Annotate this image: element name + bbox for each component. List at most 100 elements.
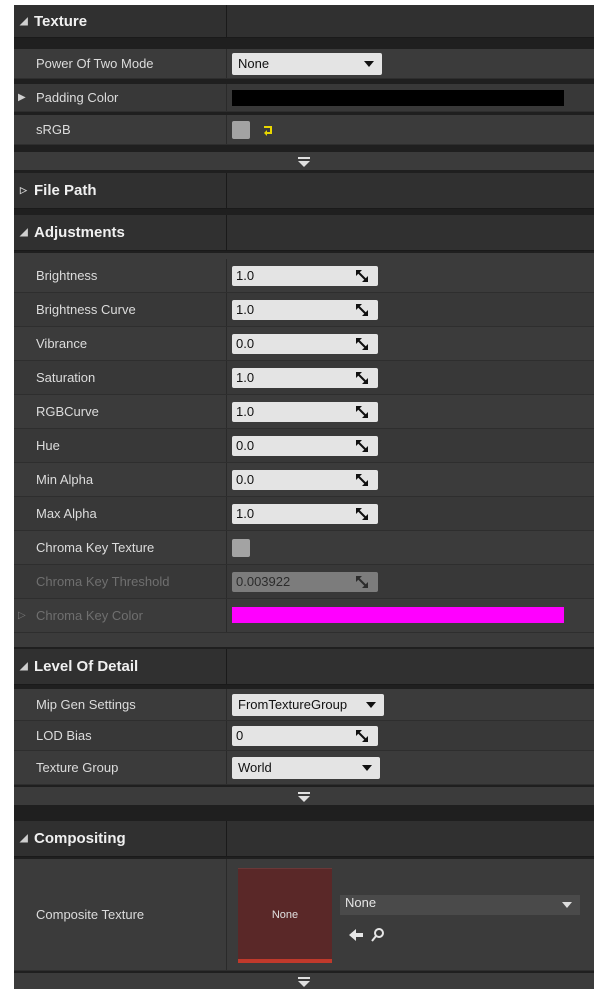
collapse-triangle-icon: ◢ — [20, 661, 28, 672]
chroma-key-color-swatch[interactable] — [232, 607, 564, 623]
expand-triangle-outline-icon[interactable]: ▷ — [18, 599, 26, 632]
column-divider — [226, 599, 227, 632]
power-of-two-mode-combo[interactable]: None — [232, 53, 382, 75]
property-row-chroma-key-color: ▷ Chroma Key Color — [14, 599, 594, 633]
column-divider — [226, 49, 227, 78]
column-divider — [226, 649, 227, 684]
combo-value: None — [345, 895, 377, 910]
vibrance-input[interactable]: 0.0 — [232, 334, 378, 354]
category-title: ◢ Level Of Detail — [20, 649, 138, 684]
chevron-down-icon — [362, 765, 372, 771]
expand-triangle-outline-icon: ▷ — [20, 185, 27, 195]
property-row-saturation: Saturation 1.0 — [14, 361, 594, 395]
saturation-input[interactable]: 1.0 — [232, 368, 378, 388]
property-label: Min Alpha — [36, 472, 94, 487]
advanced-expander[interactable] — [14, 787, 594, 805]
input-value: 0.0 — [236, 472, 255, 487]
advanced-expander[interactable] — [14, 152, 594, 170]
input-value: 1.0 — [236, 302, 255, 317]
category-title: ◢ Compositing — [20, 821, 126, 856]
category-title: ◢ Adjustments — [20, 215, 125, 250]
column-divider — [226, 5, 227, 37]
property-row-power-of-two: Power Of Two Mode None — [14, 49, 594, 79]
category-texture[interactable]: ◢ Texture — [14, 5, 594, 38]
category-title: ▷ File Path — [20, 173, 97, 208]
category-compositing[interactable]: ◢ Compositing — [14, 821, 594, 857]
combo-value: FromTextureGroup — [238, 697, 348, 712]
property-row-rgb-curve: RGBCurve 1.0 — [14, 395, 594, 429]
lod-bias-input[interactable]: 0 — [232, 726, 378, 746]
drag-arrows-icon — [356, 474, 368, 486]
column-divider — [226, 173, 227, 208]
property-row-brightness-curve: Brightness Curve 1.0 — [14, 293, 594, 327]
chroma-key-threshold-input: 0.003922 — [232, 572, 378, 592]
column-divider — [226, 84, 227, 111]
property-label: Mip Gen Settings — [36, 697, 136, 712]
property-label: RGBCurve — [36, 404, 99, 419]
rgb-curve-input[interactable]: 1.0 — [232, 402, 378, 422]
hue-input[interactable]: 0.0 — [232, 436, 378, 456]
chroma-key-texture-checkbox[interactable] — [232, 539, 250, 557]
property-row-max-alpha: Max Alpha 1.0 — [14, 497, 594, 531]
category-label: Texture — [34, 12, 88, 30]
mip-gen-settings-combo[interactable]: FromTextureGroup — [232, 694, 384, 716]
use-selected-arrow-icon[interactable] — [348, 927, 364, 943]
column-divider — [226, 721, 227, 750]
column-divider — [226, 293, 227, 326]
input-value: 1.0 — [236, 268, 255, 283]
expand-triangle-icon[interactable]: ▶ — [18, 84, 26, 111]
texture-thumbnail[interactable]: None — [238, 868, 332, 963]
padding-color-swatch[interactable] — [232, 90, 564, 106]
min-alpha-input[interactable]: 0.0 — [232, 470, 378, 490]
column-divider — [226, 429, 227, 462]
property-row-composite-texture: Composite Texture None None — [14, 859, 594, 971]
property-label: sRGB — [36, 122, 71, 137]
property-label: Padding Color — [36, 90, 119, 105]
drag-arrows-icon — [356, 440, 368, 452]
category-adjustments[interactable]: ◢ Adjustments — [14, 215, 594, 251]
property-row-srgb: sRGB — [14, 115, 594, 145]
asset-picker-combo[interactable]: None — [340, 895, 580, 915]
column-divider — [226, 821, 227, 856]
chevron-down-icon — [364, 61, 374, 67]
column-divider — [226, 395, 227, 428]
column-divider — [226, 361, 227, 394]
property-row-mip-gen: Mip Gen Settings FromTextureGroup — [14, 689, 594, 721]
chevron-down-icon — [366, 702, 376, 708]
advanced-expander[interactable] — [14, 973, 594, 989]
max-alpha-input[interactable]: 1.0 — [232, 504, 378, 524]
chevron-down-icon — [562, 902, 572, 908]
property-row-padding-color: ▶ Padding Color — [14, 84, 594, 112]
property-label: Brightness Curve — [36, 302, 136, 317]
category-file-path[interactable]: ▷ File Path — [14, 173, 594, 209]
input-value: 0.0 — [236, 438, 255, 453]
property-label: Chroma Key Threshold — [36, 574, 170, 589]
combo-value: None — [238, 56, 270, 71]
collapse-triangle-icon: ◢ — [20, 227, 28, 238]
brightness-input[interactable]: 1.0 — [232, 266, 378, 286]
category-level-of-detail[interactable]: ◢ Level Of Detail — [14, 649, 594, 685]
property-row-brightness: Brightness 1.0 — [14, 259, 594, 293]
drag-arrows-icon — [356, 508, 368, 520]
input-value: 1.0 — [236, 370, 255, 385]
asset-type-color-bar — [238, 959, 332, 963]
column-divider — [226, 751, 227, 784]
brightness-curve-input[interactable]: 1.0 — [232, 300, 378, 320]
input-value: 1.0 — [236, 404, 255, 419]
category-label: File Path — [34, 182, 97, 199]
property-row-vibrance: Vibrance 0.0 — [14, 327, 594, 361]
browse-search-icon[interactable] — [370, 927, 386, 943]
advanced-chevron-icon — [297, 790, 311, 802]
property-label: Saturation — [36, 370, 96, 385]
column-divider — [226, 259, 227, 292]
srgb-checkbox[interactable] — [232, 121, 250, 139]
column-divider — [226, 215, 227, 250]
combo-value: World — [238, 760, 272, 775]
property-row-chroma-key-texture: Chroma Key Texture — [14, 531, 594, 565]
drag-arrows-icon — [356, 372, 368, 384]
texture-group-combo[interactable]: World — [232, 757, 380, 779]
property-label: Brightness — [36, 268, 98, 283]
property-row-chroma-key-threshold: Chroma Key Threshold 0.003922 — [14, 565, 594, 599]
spacer — [14, 633, 594, 647]
reset-to-default-icon[interactable] — [262, 123, 276, 137]
